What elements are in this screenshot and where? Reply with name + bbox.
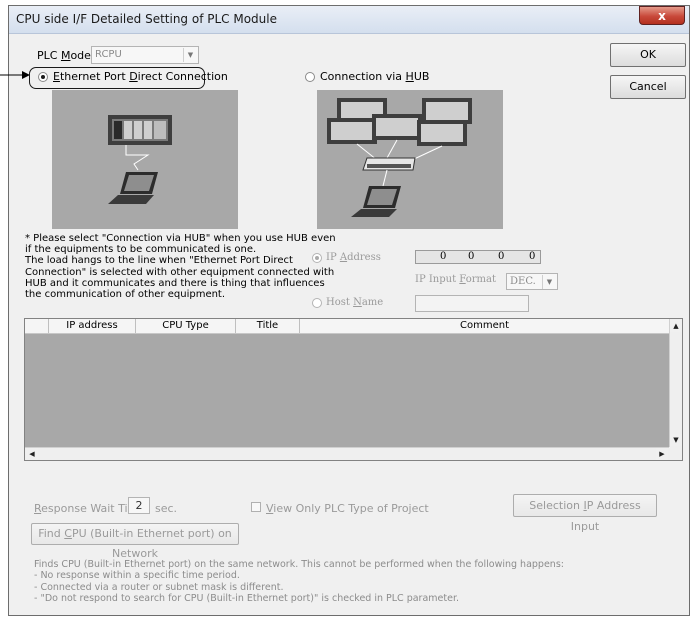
callout-arrow-icon — [0, 71, 30, 79]
view-only-plc-type-checkbox[interactable] — [251, 502, 261, 512]
dialog-title: CPU side I/F Detailed Setting of PLC Mod… — [16, 12, 277, 26]
ip-input-format-select[interactable]: DEC. ▼ — [506, 273, 558, 290]
info-line: - "Do not respond to search for CPU (Bui… — [34, 592, 459, 604]
close-button[interactable]: x — [639, 6, 685, 25]
horizontal-scrollbar[interactable] — [25, 447, 682, 460]
scroll-down-arrow-icon[interactable]: ▼ — [670, 434, 682, 446]
response-wait-time-input[interactable]: 2 — [128, 497, 150, 514]
plc-direct-connection-illustration — [52, 90, 238, 229]
ok-button[interactable]: OK — [610, 43, 686, 67]
plc-mode-value: RCPU — [95, 49, 122, 60]
ip-input-format-value: DEC. — [510, 276, 536, 287]
plc-hub-connection-illustration — [317, 90, 503, 229]
find-cpu-button[interactable]: Find CPU (Built-in Ethernet port) on Net… — [31, 523, 239, 560]
close-icon: x — [658, 9, 666, 23]
ip-octet-3: 0 — [498, 251, 505, 262]
info-line: - No response within a specific time per… — [34, 570, 240, 582]
host-name-label: Host Name — [326, 297, 384, 308]
selection-ip-address-input-button[interactable]: Selection IP Address Input — [513, 494, 657, 533]
chevron-down-icon: ▼ — [542, 275, 556, 289]
scroll-right-arrow-icon[interactable]: ▶ — [656, 448, 668, 460]
view-only-plc-type-label[interactable]: View Only PLC Type of Project — [266, 502, 429, 515]
cancel-button[interactable]: Cancel — [610, 75, 686, 99]
note-line: * Please select "Connection via HUB" whe… — [25, 233, 336, 244]
row-header-column — [25, 319, 49, 333]
hub-connection-label[interactable]: Connection via HUB — [320, 70, 429, 83]
ip-address-input[interactable]: 0 0 0 0 — [415, 250, 541, 264]
ip-octet-4: 0 — [529, 251, 536, 262]
direct-connection-label[interactable]: Ethernet Port Direct Connection — [53, 70, 228, 83]
response-wait-time-unit: sec. — [155, 502, 178, 515]
column-header-cpu-type[interactable]: CPU Type — [136, 319, 236, 333]
note-line: if the equipments to be communicated is … — [25, 244, 257, 256]
scroll-up-arrow-icon[interactable]: ▲ — [670, 320, 682, 332]
direct-connection-radio[interactable] — [38, 72, 48, 82]
plc-mode-select[interactable]: RCPU ▼ — [91, 46, 199, 64]
scrollbar-corner — [669, 447, 682, 460]
ip-address-radio[interactable] — [312, 253, 322, 263]
plc-mode-label: PLC Mode — [37, 49, 91, 62]
note-line: Connection" is selected with other equip… — [25, 266, 335, 278]
column-header-comment[interactable]: Comment — [300, 319, 669, 333]
find-cpu-info: Finds CPU (Built-in Ethernet port) on th… — [34, 559, 564, 604]
hub-connection-radio[interactable] — [305, 72, 315, 82]
ip-octet-1: 0 — [440, 251, 447, 262]
ip-octet-2: 0 — [468, 251, 475, 262]
ip-address-label: IP Address — [326, 252, 381, 263]
ip-input-format-label: IP Input Format — [415, 274, 496, 285]
host-name-input[interactable] — [415, 295, 529, 312]
info-line: Finds CPU (Built-in Ethernet port) on th… — [34, 559, 564, 570]
column-header-ip-address[interactable]: IP address — [49, 319, 136, 333]
note-line: the communication of other equipment. — [25, 289, 226, 301]
search-result-table[interactable] — [24, 318, 683, 461]
info-line: - Connected via a router or subnet mask … — [34, 581, 284, 593]
column-header-title[interactable]: Title — [236, 319, 300, 333]
hub-usage-note: * Please select "Connection via HUB" whe… — [25, 233, 336, 300]
chevron-down-icon: ▼ — [183, 48, 197, 62]
host-name-radio[interactable] — [312, 298, 322, 308]
note-line: HUB and it communicates and there is thi… — [25, 277, 325, 289]
scroll-left-arrow-icon[interactable]: ◀ — [26, 448, 38, 460]
note-line: The load hangs to the line when "Etherne… — [25, 255, 293, 267]
